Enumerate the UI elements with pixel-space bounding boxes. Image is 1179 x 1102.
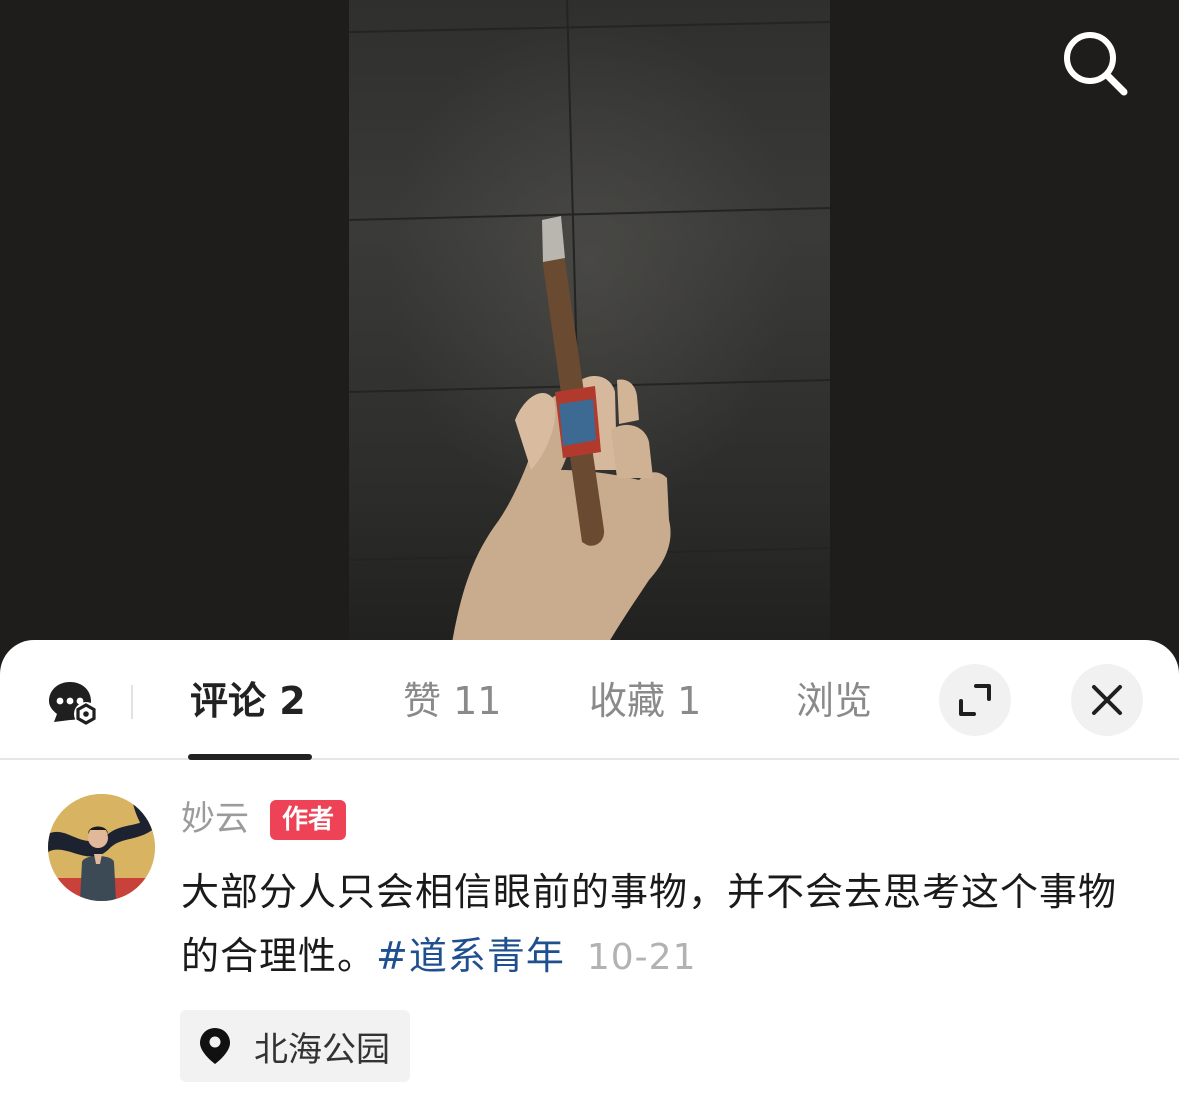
comment-sheet: 评论 2 赞 11 收藏 1 浏览 妙云 作者 大部分人只会相信眼前的事物，并不… (0, 640, 1179, 1102)
location-pin-icon (200, 1028, 230, 1064)
tab-likes[interactable]: 赞 11 (403, 676, 501, 726)
avatar[interactable] (48, 794, 155, 901)
close-icon (1092, 685, 1122, 715)
author-badge: 作者 (270, 800, 347, 840)
post-photo[interactable] (349, 0, 830, 660)
chat-settings-button[interactable] (48, 680, 100, 728)
photo-viewer (0, 0, 1179, 660)
location-label: 北海公园 (254, 1029, 390, 1070)
location-chip[interactable]: 北海公园 (180, 1010, 410, 1082)
active-tab-indicator (188, 754, 312, 760)
chat-settings-icon (49, 682, 98, 726)
expand-icon (959, 684, 991, 716)
comment-date: 10-21 (586, 937, 697, 978)
close-button[interactable] (1071, 664, 1143, 736)
tab-favorites[interactable]: 收藏 1 (589, 676, 701, 726)
comment-author[interactable]: 妙云 (181, 795, 249, 843)
tab-divider (131, 685, 133, 719)
tab-comments[interactable]: 评论 2 (190, 676, 306, 726)
avatar-image (48, 794, 155, 901)
hashtag-link[interactable]: #道系青年 (376, 934, 565, 978)
tab-views[interactable]: 浏览 (796, 676, 872, 726)
tab-bar: 评论 2 赞 11 收藏 1 浏览 (0, 640, 1179, 760)
expand-button[interactable] (939, 664, 1011, 736)
search-icon (1064, 32, 1128, 96)
search-button[interactable] (1058, 26, 1132, 100)
photo-scene (349, 0, 830, 660)
comment-body: 大部分人只会相信眼前的事物，并不会去思考这个事物的合理性。#道系青年 10-21 (181, 860, 1131, 990)
